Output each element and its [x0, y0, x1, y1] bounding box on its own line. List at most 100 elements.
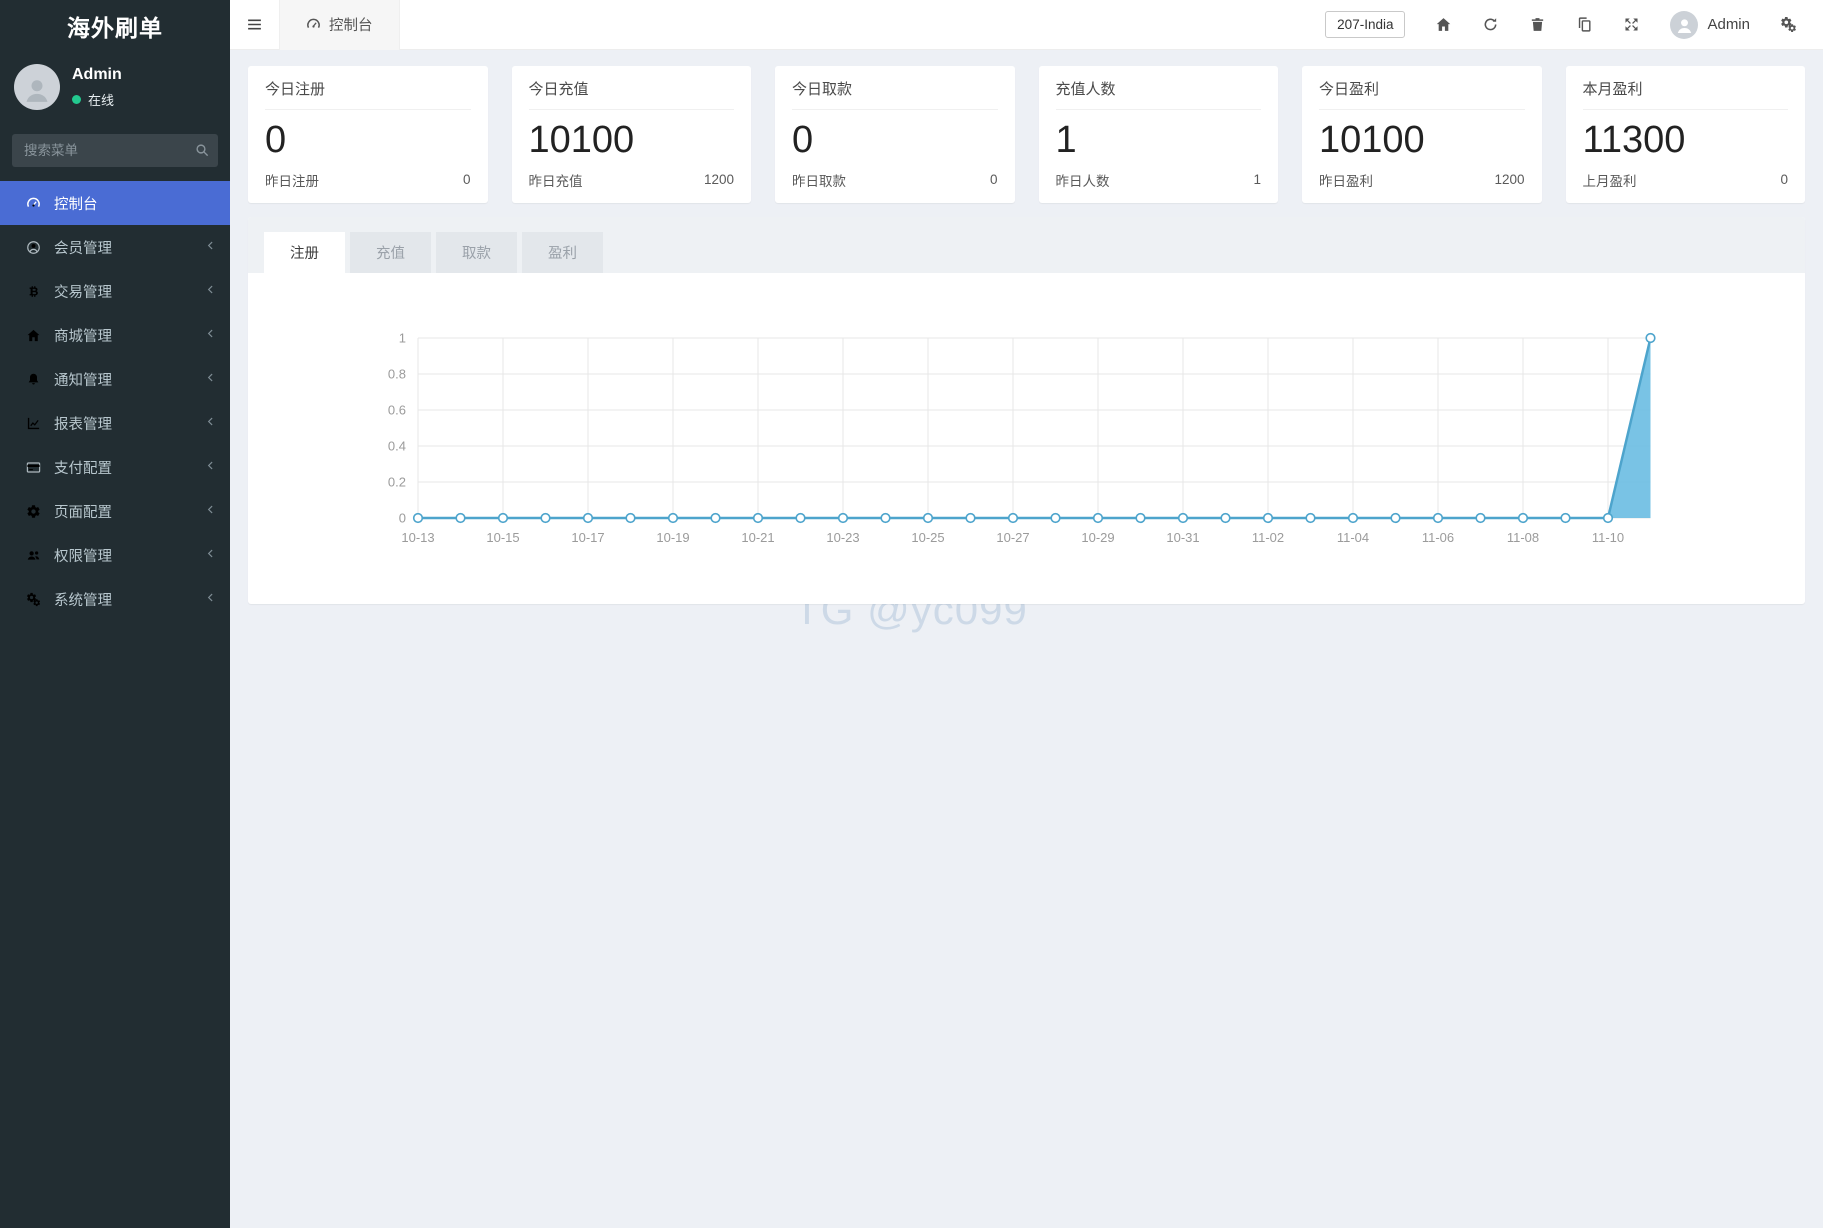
sidebar-item-mall[interactable]: 商城管理 — [0, 313, 230, 357]
svg-text:10-19: 10-19 — [656, 530, 689, 545]
user-status-label: 在线 — [88, 90, 114, 109]
stat-card-registrations-today: 今日注册 0 昨日注册 0 — [248, 66, 488, 203]
nav-tab-dashboard[interactable]: 控制台 — [279, 0, 400, 50]
online-dot-icon — [72, 95, 81, 104]
svg-text:0.2: 0.2 — [388, 474, 406, 489]
stat-title: 今日充值 — [529, 78, 735, 110]
copy-icon — [1576, 16, 1593, 33]
users-icon — [22, 548, 44, 563]
stat-value: 0 — [792, 119, 998, 163]
sidebar-item-label: 支付配置 — [54, 457, 112, 478]
sidebar-item-transactions[interactable]: 交易管理 — [0, 269, 230, 313]
gauge-icon — [22, 196, 44, 211]
tab-profit[interactable]: 盈利 — [522, 232, 603, 273]
svg-text:0.6: 0.6 — [388, 402, 406, 417]
stat-card-withdraw-today: 今日取款 0 昨日取款 0 — [775, 66, 1015, 203]
sidebar-item-page-config[interactable]: 页面配置 — [0, 489, 230, 533]
stat-value: 1 — [1056, 119, 1262, 163]
brand-title: 海外刷单 — [0, 0, 230, 52]
stat-title: 本月盈利 — [1583, 78, 1789, 110]
sidebar-item-reports[interactable]: 报表管理 — [0, 401, 230, 445]
svg-text:10-27: 10-27 — [996, 530, 1029, 545]
sidebar-search — [12, 134, 218, 167]
sidebar-item-notifications[interactable]: 通知管理 — [0, 357, 230, 401]
svg-text:11-04: 11-04 — [1337, 530, 1369, 545]
sidebar-item-label: 会员管理 — [54, 237, 112, 258]
stat-footer-value: 1 — [1253, 172, 1261, 187]
chart-panel: 注册 充值 取款 盈利 00.20.40.60.8110-1310-1510-1… — [248, 217, 1805, 604]
stat-value: 11300 — [1583, 119, 1789, 163]
refresh-icon — [1482, 16, 1499, 33]
stat-footer-value: 0 — [463, 172, 471, 187]
svg-text:10-25: 10-25 — [911, 530, 944, 545]
home-icon — [1435, 16, 1452, 33]
search-button[interactable] — [194, 142, 210, 158]
stat-footer-value: 0 — [1780, 172, 1788, 187]
chart-tabbar: 注册 充值 取款 盈利 — [248, 217, 1805, 273]
tab-register[interactable]: 注册 — [264, 232, 345, 273]
tab-withdraw[interactable]: 取款 — [436, 232, 517, 273]
stat-card-recharge-today: 今日充值 10100 昨日充值 1200 — [512, 66, 752, 203]
chevron-left-icon — [205, 239, 216, 255]
svg-text:0: 0 — [399, 510, 406, 525]
svg-text:1: 1 — [399, 330, 406, 345]
fullscreen-button[interactable] — [1623, 16, 1640, 33]
svg-text:10-31: 10-31 — [1166, 530, 1199, 545]
chevron-left-icon — [205, 415, 216, 431]
cogs-icon — [1780, 16, 1797, 33]
stat-value: 10100 — [1319, 119, 1525, 163]
sidebar-item-permissions[interactable]: 权限管理 — [0, 533, 230, 577]
sidebar-item-label: 交易管理 — [54, 281, 112, 302]
trash-icon — [1529, 16, 1546, 33]
bell-icon — [22, 372, 44, 387]
user-circle-icon — [22, 240, 44, 255]
sidebar-toggle-button[interactable] — [230, 0, 279, 50]
stat-footer-value: 1200 — [704, 172, 734, 187]
home-icon — [22, 328, 44, 343]
stat-title: 今日注册 — [265, 78, 471, 110]
sidebar-item-payment-config[interactable]: 支付配置 — [0, 445, 230, 489]
chevron-left-icon — [205, 283, 216, 299]
region-button[interactable]: 207-India — [1325, 11, 1405, 38]
credit-card-icon — [22, 460, 44, 475]
sidebar-item-dashboard[interactable]: 控制台 — [0, 181, 230, 225]
stat-card-recharge-users: 充值人数 1 昨日人数 1 — [1039, 66, 1279, 203]
stat-value: 10100 — [529, 119, 735, 163]
svg-text:11-02: 11-02 — [1252, 530, 1284, 545]
sidebar-item-members[interactable]: 会员管理 — [0, 225, 230, 269]
svg-text:10-29: 10-29 — [1081, 530, 1114, 545]
person-icon — [22, 75, 52, 105]
user-status: 在线 — [72, 90, 122, 109]
trash-button[interactable] — [1529, 16, 1546, 33]
svg-text:11-10: 11-10 — [1592, 530, 1624, 545]
sidebar-user-panel: Admin 在线 — [0, 52, 230, 124]
chevron-left-icon — [205, 547, 216, 563]
search-icon — [194, 142, 210, 158]
search-input[interactable] — [12, 134, 218, 167]
navbar-actions: 207-India Admin — [1325, 11, 1823, 39]
sidebar-item-label: 商城管理 — [54, 325, 112, 346]
svg-text:10-23: 10-23 — [826, 530, 859, 545]
settings-button[interactable] — [1780, 16, 1797, 33]
sidebar-item-label: 系统管理 — [54, 589, 112, 610]
home-button[interactable] — [1435, 16, 1452, 33]
svg-text:0.4: 0.4 — [388, 438, 406, 453]
user-name: Admin — [72, 66, 122, 84]
stat-footer-label: 昨日充值 — [529, 170, 583, 190]
copy-button[interactable] — [1576, 16, 1593, 33]
registrations-chart: 00.20.40.60.8110-1310-1510-1710-1910-211… — [248, 273, 1805, 568]
user-menu[interactable]: Admin — [1670, 11, 1750, 39]
sidebar-menu: 控制台 会员管理 交易管理 商城管理 通知管理 报表管理 — [0, 181, 230, 621]
stat-footer-label: 昨日注册 — [265, 170, 319, 190]
chevron-left-icon — [205, 327, 216, 343]
sidebar-item-system[interactable]: 系统管理 — [0, 577, 230, 621]
svg-text:10-17: 10-17 — [571, 530, 604, 545]
fullscreen-icon — [1623, 16, 1640, 33]
tab-recharge[interactable]: 充值 — [350, 232, 431, 273]
stat-footer-label: 昨日取款 — [792, 170, 846, 190]
refresh-button[interactable] — [1482, 16, 1499, 33]
svg-text:10-13: 10-13 — [401, 530, 434, 545]
stat-title: 充值人数 — [1056, 78, 1262, 110]
menu-icon — [246, 16, 263, 33]
stat-card-profit-month: 本月盈利 11300 上月盈利 0 — [1566, 66, 1806, 203]
